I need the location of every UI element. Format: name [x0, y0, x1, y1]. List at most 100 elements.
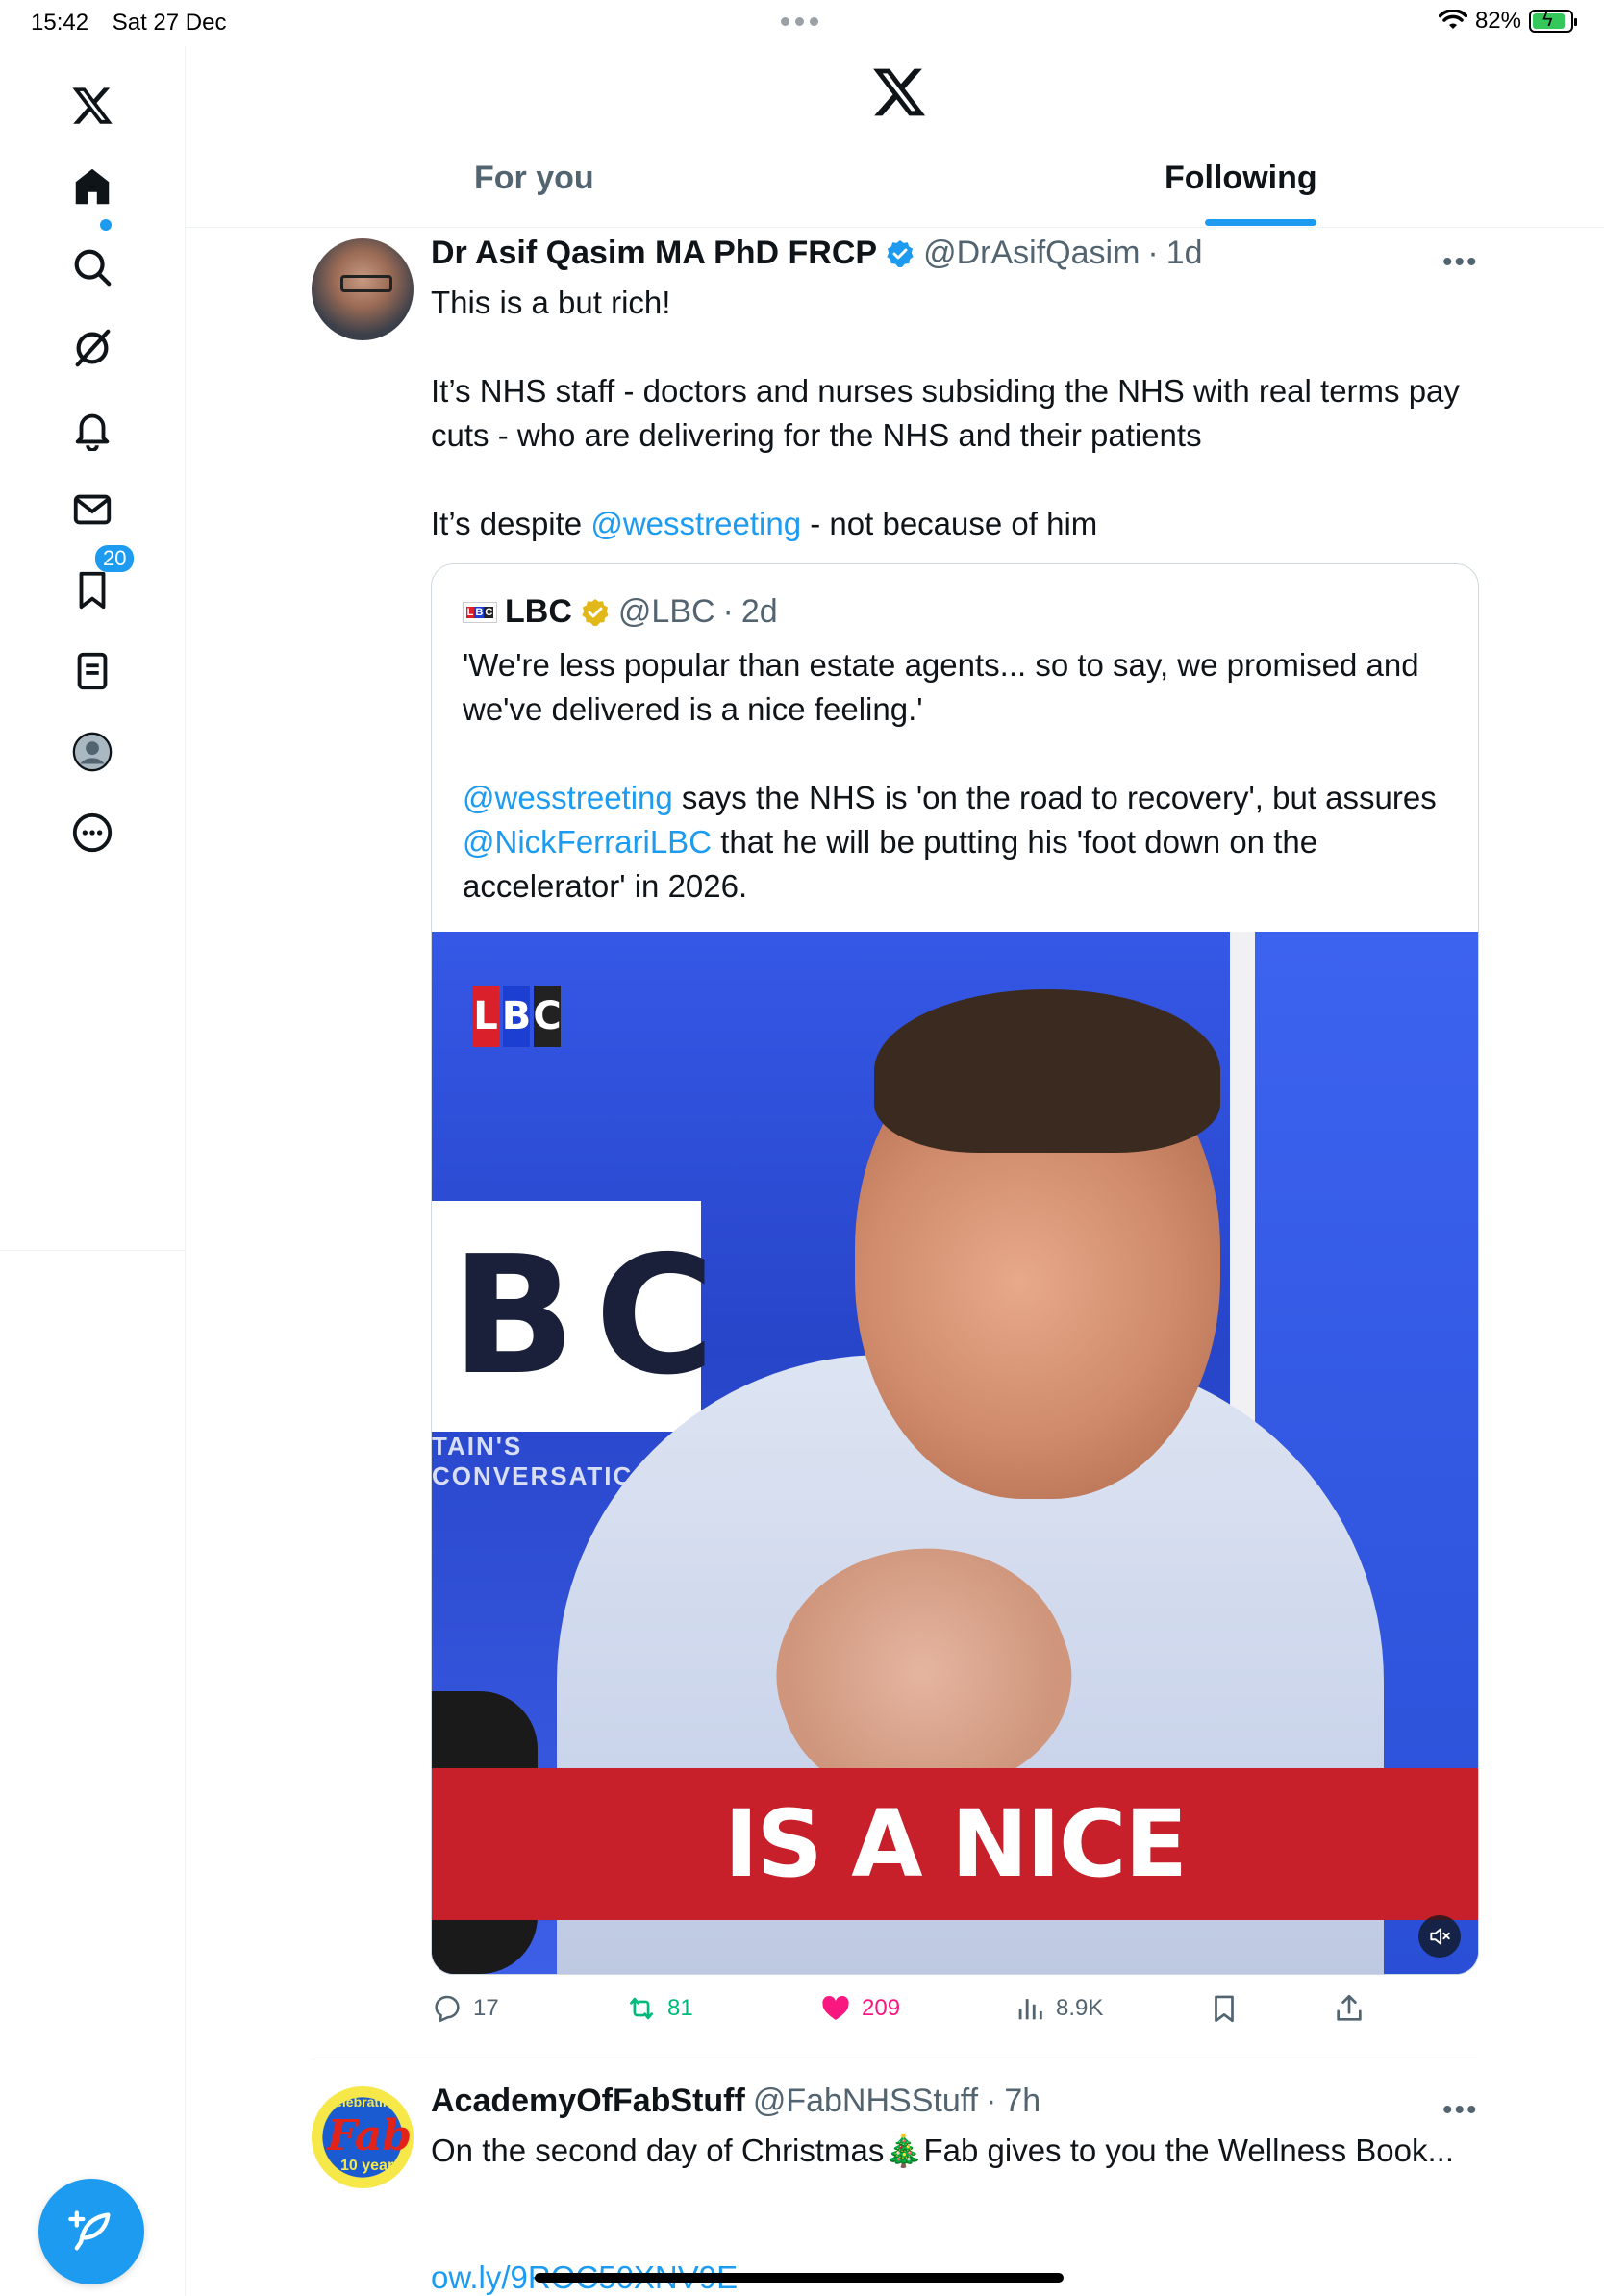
quoted-tweet-body: 'We're less popular than estate agents..… — [463, 643, 1453, 953]
video-player[interactable]: L B C BC TAIN'S CONVERSATIC IS A NICE — [432, 932, 1478, 1974]
quoted-paragraph-2: @wesstreeting says the NHS is 'on the ro… — [463, 776, 1453, 909]
tweet-paragraph-2: It’s NHS staff - doctors and nurses subs… — [431, 373, 1460, 453]
sidebar-nav: 20 — [0, 46, 186, 2296]
mention-link[interactable]: @wesstreeting — [590, 506, 801, 541]
tweet-text-part: It’s despite — [431, 506, 591, 541]
list-icon — [77, 652, 108, 690]
views-count: 8.9K — [1056, 1995, 1104, 2021]
x-logo-icon[interactable] — [870, 63, 928, 121]
mention-link[interactable]: @NickFerrariLBC — [463, 824, 712, 860]
sidebar-item-home[interactable] — [58, 152, 127, 221]
search-icon — [74, 249, 112, 287]
quoted-text-part: says the NHS is 'on the road to recovery… — [672, 780, 1437, 815]
tweet-author-handle[interactable]: @DrAsifQasim — [923, 235, 1140, 272]
share-button[interactable] — [1333, 1992, 1366, 2025]
video-caption: IS A NICE — [432, 1768, 1478, 1920]
reply-icon — [435, 1995, 460, 2023]
quoted-paragraph-1: 'We're less popular than estate agents..… — [463, 647, 1419, 727]
more-circle-icon — [72, 812, 113, 853]
tab-following[interactable]: Following — [1165, 160, 1317, 197]
views-bar-chart-icon — [1018, 1999, 1042, 2020]
repost-count: 81 — [667, 1995, 693, 2021]
bookmark-button[interactable] — [1208, 1992, 1241, 2025]
home-indicator-bar[interactable] — [535, 2273, 1064, 2283]
avatar2-bottom-text: 10 years — [340, 2158, 403, 2174]
gold-verified-badge-icon — [582, 598, 609, 626]
status-right: 82% ϟ — [1438, 8, 1577, 35]
repost-icon — [630, 1997, 653, 2020]
compose-button[interactable] — [38, 2179, 144, 2284]
mute-toggle-button[interactable] — [1418, 1915, 1461, 1958]
video-lbc-logo: L B C — [472, 986, 562, 1047]
bookmark-icon — [79, 571, 106, 610]
like-button[interactable]: 209 — [819, 1992, 900, 2025]
heart-filled-icon — [822, 1996, 849, 2021]
lbc-avatar-logo[interactable]: LBC — [463, 601, 497, 623]
tweet-author-name[interactable]: Dr Asif Qasim MA PhD FRCP — [431, 235, 877, 272]
tweet-body: This is a but rich! It’s NHS staff - doc… — [431, 281, 1469, 590]
mail-icon — [73, 494, 112, 525]
sidebar-item-lists[interactable] — [58, 636, 127, 706]
tweet2-author-avatar[interactable]: Celebrating Fab 10 years — [312, 2086, 414, 2188]
quoted-author-name[interactable]: LBC — [505, 593, 572, 631]
verified-badge-icon — [887, 239, 914, 267]
sidebar-item-profile[interactable] — [58, 717, 127, 786]
x-logo-icon — [72, 87, 113, 124]
quoted-tweet-header: LBC LBC @LBC · 2d — [463, 593, 778, 631]
speaker-muted-icon — [1430, 1928, 1450, 1945]
sidebar-x-logo[interactable] — [58, 71, 127, 140]
sidebar-item-grok[interactable] — [58, 313, 127, 383]
battery-percent: 82% — [1474, 8, 1521, 34]
quoted-dot-separator: · — [722, 593, 734, 630]
avatar2-top-text: Celebrating — [325, 2094, 400, 2109]
avatar2-main-text: Fab — [327, 2111, 413, 2160]
quoted-author-handle[interactable]: @LBC — [618, 593, 715, 631]
tweet-dot-separator: · — [1147, 235, 1159, 271]
tweet2-author-handle[interactable]: @FabNHSStuff — [753, 2083, 978, 2120]
sidebar-item-more[interactable] — [58, 798, 127, 867]
tweet-text-part: - not because of him — [801, 506, 1098, 541]
tweet-author-avatar[interactable] — [312, 238, 414, 340]
status-time: 15:42 — [31, 10, 89, 36]
tweet2-header: AcademyOfFabStuff @FabNHSStuff · 7h — [431, 2083, 1040, 2120]
tweet-actions-bar: 17 81 209 8.9K — [431, 1992, 1469, 2031]
status-time-date: 15:42 Sat 27 Dec — [31, 10, 226, 37]
tweet2-body: On the second day of Christmas🎄Fab gives… — [431, 2133, 1454, 2168]
status-bar: 15:42 Sat 27 Dec 82% ϟ — [0, 0, 1604, 46]
tweet2-more-options-icon[interactable]: ••• — [1442, 2094, 1479, 2127]
profile-avatar-icon — [72, 732, 113, 772]
compose-feather-icon — [68, 2210, 111, 2251]
status-date: Sat 27 Dec — [112, 10, 227, 36]
tweet-more-options-icon[interactable]: ••• — [1442, 246, 1479, 279]
tweet2-dot-separator: · — [986, 2083, 997, 2119]
active-tab-indicator — [1205, 219, 1316, 226]
battery-icon: ϟ — [1529, 10, 1577, 33]
home-unread-dot — [100, 219, 112, 231]
mention-link[interactable]: @wesstreeting — [463, 780, 673, 815]
multitasking-dots-icon[interactable] — [781, 17, 818, 26]
video-backdrop-logo: BC — [432, 1201, 714, 1432]
quoted-timestamp[interactable]: 2d — [741, 593, 778, 631]
like-count: 209 — [862, 1995, 901, 2021]
home-icon — [75, 168, 110, 205]
reply-count: 17 — [473, 1995, 499, 2021]
sidebar-item-notifications[interactable] — [58, 394, 127, 463]
tweet-paragraph-3: It’s despite @wesstreeting - not because… — [431, 502, 1469, 546]
sidebar-item-bookmarks[interactable] — [58, 556, 127, 625]
bell-icon — [75, 413, 110, 451]
grok-icon — [75, 329, 111, 367]
wifi-icon — [1438, 10, 1467, 29]
sidebar-divider — [0, 1250, 185, 1251]
tweet-timestamp[interactable]: 1d — [1166, 235, 1203, 272]
timeline-header: For you Following — [186, 46, 1604, 228]
repost-button[interactable]: 81 — [625, 1992, 693, 2025]
sidebar-item-search[interactable] — [58, 233, 127, 302]
views-button[interactable]: 8.9K — [1014, 1992, 1103, 2025]
tweet2-author-name[interactable]: AcademyOfFabStuff — [431, 2083, 745, 2120]
sidebar-item-messages[interactable] — [58, 475, 127, 544]
reply-button[interactable]: 17 — [431, 1992, 499, 2025]
quoted-tweet-card[interactable]: LBC LBC @LBC · 2d 'We're less popular th… — [431, 563, 1479, 1975]
tweet2-timestamp[interactable]: 7h — [1004, 2083, 1040, 2120]
tweet-header: Dr Asif Qasim MA PhD FRCP @DrAsifQasim ·… — [431, 235, 1203, 272]
tab-for-you[interactable]: For you — [474, 160, 594, 197]
